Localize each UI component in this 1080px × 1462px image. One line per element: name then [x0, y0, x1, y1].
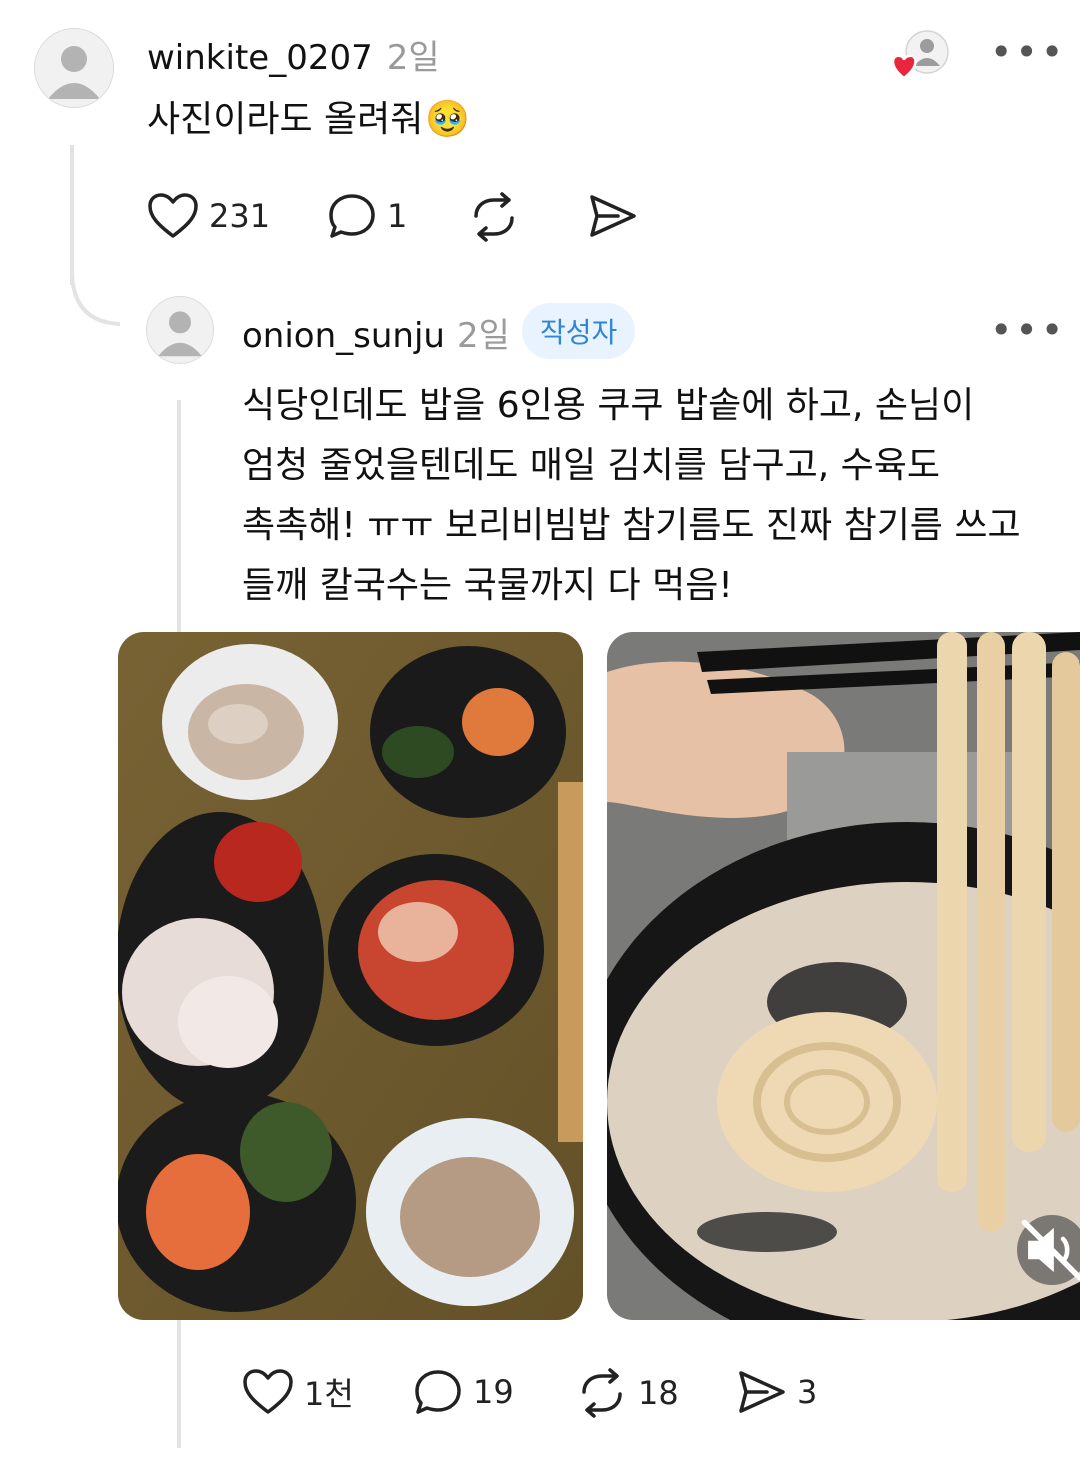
comment-username[interactable]: winkite_0207: [147, 38, 373, 78]
avatar[interactable]: [34, 28, 114, 108]
thread-connector: [70, 145, 74, 285]
send-icon: [590, 195, 636, 237]
more-options-button[interactable]: •••: [990, 308, 1066, 352]
reply-text: 식당인데도 밥을 6인용 쿠쿠 밥솥에 하고, 손님이 엄청 줄었을텐데도 매일…: [242, 376, 1042, 616]
reply-username[interactable]: onion_sunju: [242, 316, 445, 356]
avatar[interactable]: [146, 296, 214, 364]
comment-text: 사진이라도 올려줘: [147, 99, 424, 140]
send-icon: [739, 1371, 785, 1413]
comment-icon: [415, 1370, 461, 1414]
more-options-button[interactable]: •••: [990, 30, 1066, 74]
pleading-face-emoji: 🥹: [425, 99, 471, 140]
reply-text-line: 들깨 칼국수는 국물까지 다 먹음!: [242, 565, 733, 606]
comment-icon: [329, 194, 375, 238]
like-count: 231: [209, 197, 271, 235]
heart-icon: [243, 1369, 293, 1414]
share-button[interactable]: 3: [737, 1368, 817, 1416]
like-button[interactable]: 231: [147, 192, 270, 240]
reply-count: 1: [387, 197, 408, 235]
like-count: 1천: [304, 1375, 354, 1413]
like-button[interactable]: 1천: [242, 1368, 354, 1416]
reply-button[interactable]: 1: [327, 192, 407, 240]
reply-text-line: 엄청 줄었을텐데도 매일 김치를 담구고, 수육도: [242, 445, 940, 486]
speaker-muted-icon: [1021, 1219, 1080, 1281]
reply-text-line: 촉촉해! ㅠㅠ 보리비빔밥 참기름도 진짜 참기름 쓰고: [242, 505, 1021, 546]
share-count: 3: [797, 1373, 818, 1411]
food-photo-banchan[interactable]: [118, 632, 583, 1320]
reply-count: 19: [473, 1373, 514, 1411]
reply-text-line: 식당인데도 밥을 6인용 쿠쿠 밥솥에 하고, 손님이: [242, 385, 975, 426]
thread-connector-curve: [70, 270, 121, 326]
author-badge: 작성자: [522, 303, 636, 359]
repost-icon: [582, 1368, 622, 1418]
reply-time: 2일: [456, 316, 510, 356]
comment-time: 2일: [386, 38, 440, 78]
heart-icon: [148, 193, 198, 238]
mute-toggle-button[interactable]: [1017, 1215, 1080, 1285]
author-liked-icon: [890, 28, 952, 80]
share-button[interactable]: [588, 192, 638, 240]
repost-count: 18: [638, 1374, 679, 1412]
food-photo-noodles[interactable]: [607, 632, 1080, 1320]
repost-button[interactable]: [468, 192, 520, 242]
repost-icon: [474, 192, 514, 242]
reply-button[interactable]: 19: [413, 1368, 514, 1416]
repost-button[interactable]: 18: [576, 1368, 679, 1418]
